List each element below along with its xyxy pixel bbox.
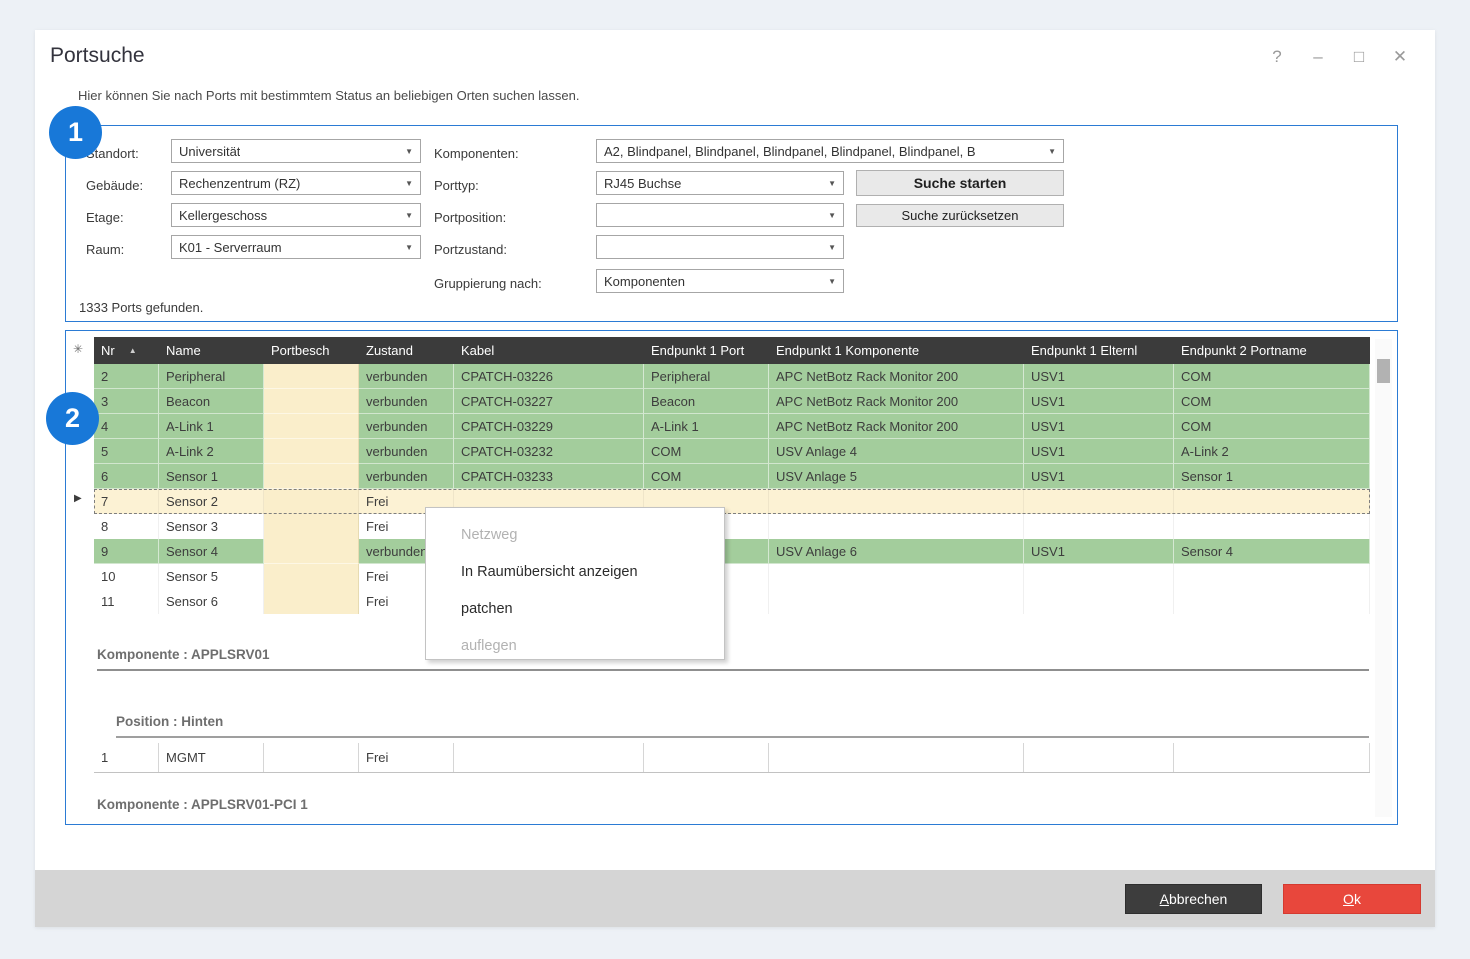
table-row[interactable]: 1MGMTFrei — [94, 743, 1370, 773]
scrollbar-thumb[interactable] — [1377, 359, 1390, 383]
menu-item-netzweg: Netzweg — [426, 516, 724, 553]
table-row[interactable]: 2PeripheralverbundenCPATCH-03226Peripher… — [94, 364, 1370, 389]
window-controls: ? – □ ✕ — [1268, 46, 1409, 68]
context-menu: Netzweg In Raumübersicht anzeigen patche… — [425, 507, 725, 660]
col-header-portbesch[interactable]: Portbesch — [264, 337, 359, 364]
etage-select[interactable]: Kellergeschoss ▼ — [171, 203, 421, 227]
portposition-select[interactable]: ▼ — [596, 203, 844, 227]
menu-item-raumuebersicht[interactable]: In Raumübersicht anzeigen — [426, 553, 724, 590]
maximize-icon[interactable]: □ — [1350, 46, 1368, 68]
table-header: Nr ▲ Name Portbesch Zustand Kabel Endpun… — [94, 337, 1370, 364]
table-row[interactable]: 4A-Link 1verbundenCPATCH-03229A-Link 1AP… — [94, 414, 1370, 439]
col-header-name[interactable]: Name — [159, 337, 264, 364]
minimize-icon[interactable]: – — [1309, 46, 1327, 68]
group-row-container: 1MGMTFrei — [94, 743, 1370, 773]
chevron-down-icon: ▼ — [828, 244, 836, 252]
table-row[interactable]: 9Sensor 4verbundenUSV Anlage 6USV1Sensor… — [94, 539, 1370, 564]
raum-value: K01 - Serverraum — [179, 240, 282, 255]
page-title: Portsuche — [50, 44, 145, 68]
column-chooser-icon[interactable]: ✳ — [73, 342, 83, 356]
ok-button[interactable]: Ok — [1283, 884, 1421, 914]
group-header-komponente-applsrv01-pci1: Komponente : APPLSRV01-PCI 1 — [97, 797, 1369, 819]
dialog-subtitle: Hier können Sie nach Ports mit bestimmte… — [78, 88, 579, 103]
gebaeude-select[interactable]: Rechenzentrum (RZ) ▼ — [171, 171, 421, 195]
table-row-selected[interactable]: 7Sensor 2Frei — [94, 489, 1370, 514]
standort-value: Universität — [179, 144, 240, 159]
col-header-endpunkt1-komponente[interactable]: Endpunkt 1 Komponente — [769, 337, 1024, 364]
portzustand-label: Portzustand: — [434, 242, 507, 257]
suche-zuruecksetzen-button[interactable]: Suche zurücksetzen — [856, 204, 1064, 227]
table-row[interactable]: 11Sensor 6Frei — [94, 589, 1370, 614]
chevron-down-icon: ▼ — [405, 148, 413, 156]
raum-select[interactable]: K01 - Serverraum ▼ — [171, 235, 421, 259]
col-header-nr[interactable]: Nr ▲ — [94, 337, 159, 364]
search-criteria-panel: Standort: Universität ▼ Gebäude: Rechenz… — [65, 125, 1398, 322]
table-row[interactable]: 6Sensor 1verbundenCPATCH-03233COMUSV Anl… — [94, 464, 1370, 489]
table-row[interactable]: 3BeaconverbundenCPATCH-03227BeaconAPC Ne… — [94, 389, 1370, 414]
group-header-position-hinten: Position : Hinten — [116, 714, 1369, 738]
group-header-komponente-applsrv01: Komponente : APPLSRV01 — [97, 647, 1369, 671]
suche-starten-button[interactable]: Suche starten — [856, 170, 1064, 196]
col-header-endpunkt1-eltern[interactable]: Endpunkt 1 Elternl — [1024, 337, 1174, 364]
sort-asc-icon: ▲ — [129, 346, 137, 355]
porttyp-select[interactable]: RJ45 Buchse ▼ — [596, 171, 844, 195]
callout-badge-1: 1 — [49, 106, 102, 159]
selected-row-marker-icon: ▶ — [74, 493, 82, 504]
menu-item-auflegen: auflegen — [426, 627, 724, 664]
chevron-down-icon: ▼ — [1048, 148, 1056, 156]
etage-value: Kellergeschoss — [179, 208, 267, 223]
portposition-label: Portposition: — [434, 210, 506, 225]
close-icon[interactable]: ✕ — [1391, 46, 1409, 68]
help-icon[interactable]: ? — [1268, 46, 1286, 68]
gruppierung-select[interactable]: Komponenten ▼ — [596, 269, 844, 293]
results-grid: Nr ▲ Name Portbesch Zustand Kabel Endpun… — [94, 337, 1370, 614]
raum-label: Raum: — [86, 242, 124, 257]
komponenten-label: Komponenten: — [434, 146, 519, 161]
gebaeude-label: Gebäude: — [86, 178, 143, 193]
komponenten-select[interactable]: A2, Blindpanel, Blindpanel, Blindpanel, … — [596, 139, 1064, 163]
porttyp-value: RJ45 Buchse — [604, 176, 681, 191]
vertical-scrollbar[interactable] — [1375, 339, 1392, 817]
col-header-endpunkt2-portname[interactable]: Endpunkt 2 Portname — [1174, 337, 1370, 364]
table-row[interactable]: 5A-Link 2verbundenCPATCH-03232COMUSV Anl… — [94, 439, 1370, 464]
cancel-button[interactable]: Abbrechen — [1125, 884, 1262, 914]
chevron-down-icon: ▼ — [405, 212, 413, 220]
etage-label: Etage: — [86, 210, 124, 225]
col-header-kabel[interactable]: Kabel — [454, 337, 644, 364]
chevron-down-icon: ▼ — [828, 278, 836, 286]
gruppierung-label: Gruppierung nach: — [434, 276, 542, 291]
table-row[interactable]: 10Sensor 5Frei — [94, 564, 1370, 589]
gebaeude-value: Rechenzentrum (RZ) — [179, 176, 300, 191]
col-header-endpunkt1-port[interactable]: Endpunkt 1 Port — [644, 337, 769, 364]
chevron-down-icon: ▼ — [405, 180, 413, 188]
chevron-down-icon: ▼ — [828, 212, 836, 220]
table-row[interactable]: 8Sensor 3Frei — [94, 514, 1370, 539]
chevron-down-icon: ▼ — [828, 180, 836, 188]
standort-select[interactable]: Universität ▼ — [171, 139, 421, 163]
portzustand-select[interactable]: ▼ — [596, 235, 844, 259]
callout-badge-2: 2 — [46, 392, 99, 445]
chevron-down-icon: ▼ — [405, 244, 413, 252]
results-table-panel: ✳ ▶ Nr ▲ Name Portbesch Zustand Kabel En… — [65, 330, 1398, 825]
result-count: 1333 Ports gefunden. — [79, 300, 203, 315]
menu-item-patchen[interactable]: patchen — [426, 590, 724, 627]
col-header-zustand[interactable]: Zustand — [359, 337, 454, 364]
portsuche-dialog: Portsuche ? – □ ✕ Hier können Sie nach P… — [35, 30, 1435, 927]
dialog-footer: Abbrechen Ok — [35, 870, 1435, 927]
porttyp-label: Porttyp: — [434, 178, 479, 193]
gruppierung-value: Komponenten — [604, 274, 685, 289]
komponenten-value: A2, Blindpanel, Blindpanel, Blindpanel, … — [604, 144, 976, 159]
